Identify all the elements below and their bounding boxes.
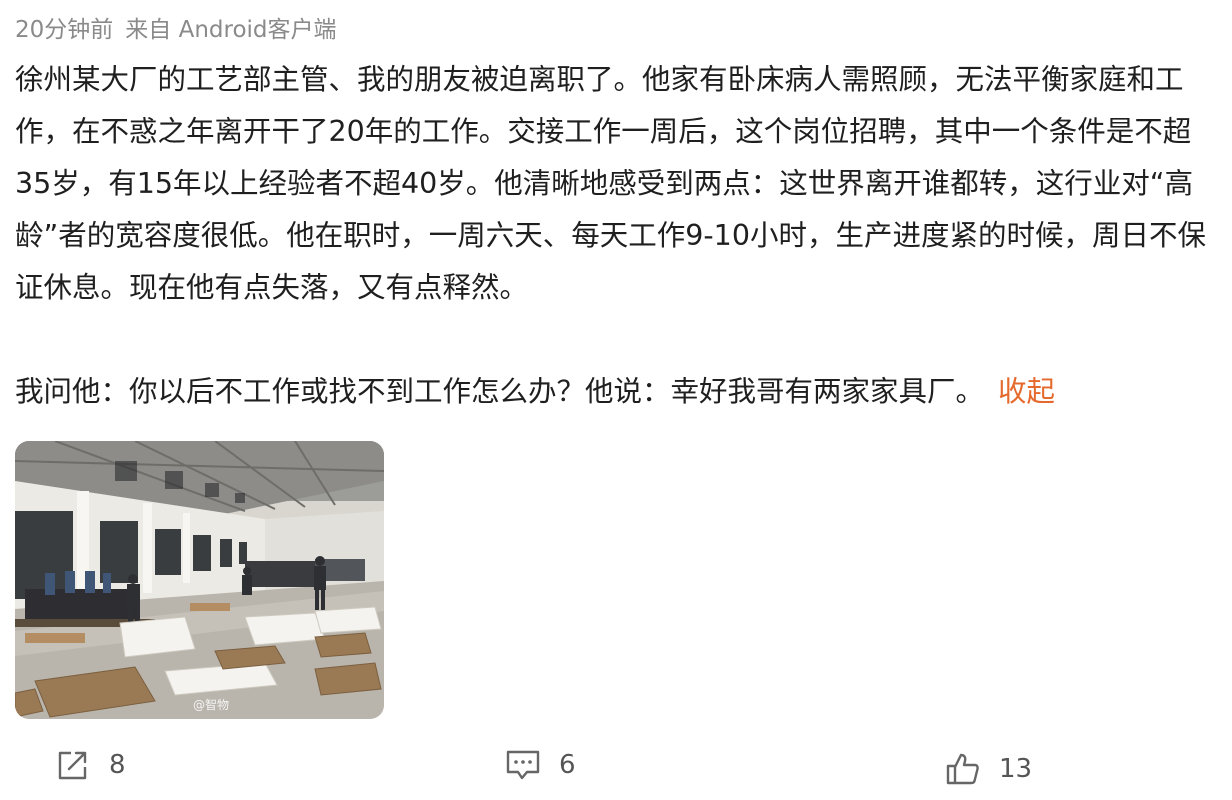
post-meta: 20分钟前 来自 Android客户端: [15, 14, 337, 46]
share-icon: [55, 747, 91, 783]
post-source: 来自 Android客户端: [125, 17, 337, 43]
factory-photo: [15, 441, 384, 719]
share-button[interactable]: 8: [55, 740, 126, 790]
like-count: 13: [999, 754, 1033, 784]
comment-button[interactable]: 6: [505, 740, 576, 790]
collapse-link[interactable]: 收起: [998, 375, 1055, 408]
action-bar: 8 6 13: [15, 740, 1215, 790]
post-time: 20分钟前: [15, 17, 114, 43]
comment-icon: [505, 747, 541, 783]
image-watermark: @智物: [193, 698, 230, 712]
post-paragraph-2-text: 我问他：你以后不工作或找不到工作怎么办？他说：幸好我哥有两家家具厂。: [15, 375, 985, 408]
share-count: 8: [109, 750, 126, 780]
like-button[interactable]: 13: [945, 744, 1032, 794]
post-content: 徐州某大厂的工艺部主管、我的朋友被迫离职了。他家有卧床病人需照顾，无法平衡家庭和…: [15, 54, 1210, 418]
post-image[interactable]: @智物: [15, 441, 384, 719]
thumbs-up-icon: [945, 751, 981, 787]
post-paragraph-2: 我问他：你以后不工作或找不到工作怎么办？他说：幸好我哥有两家家具厂。 收起: [15, 366, 1210, 418]
post-paragraph-1: 徐州某大厂的工艺部主管、我的朋友被迫离职了。他家有卧床病人需照顾，无法平衡家庭和…: [15, 63, 1206, 304]
comment-count: 6: [559, 750, 576, 780]
